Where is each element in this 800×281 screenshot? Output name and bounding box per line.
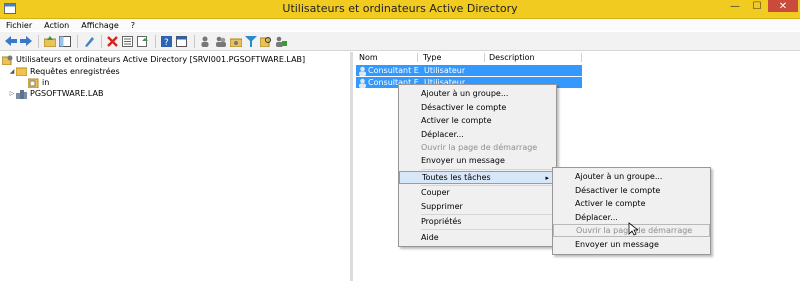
- tree-item-query-in[interactable]: in: [28, 77, 49, 88]
- folder-icon: [16, 67, 27, 77]
- row-type: Utilisateur: [424, 66, 466, 75]
- toolbar-separator: [194, 34, 195, 48]
- context-menu: Ajouter à un groupe... Désactiver le com…: [398, 84, 557, 247]
- close-button[interactable]: ✕: [768, 0, 798, 12]
- menu-item-delete[interactable]: Supprimer: [399, 200, 556, 213]
- toolbar-separator: [77, 34, 78, 48]
- row-name: Consultant E...: [368, 66, 420, 75]
- submenu-item-enable-account[interactable]: Activer le compte: [553, 197, 710, 210]
- submenu-item-add-to-group[interactable]: Ajouter à un groupe...: [553, 170, 710, 183]
- column-header-description[interactable]: Description: [486, 52, 579, 63]
- tree-pane: Utilisateurs et ordinateurs Active Direc…: [0, 52, 350, 281]
- menu-item-move[interactable]: Déplacer...: [399, 128, 556, 141]
- menu-item-open-home-page[interactable]: Ouvrir la page de démarrage: [399, 141, 556, 154]
- menu-item-cut[interactable]: Couper: [399, 186, 556, 199]
- tree-item-root[interactable]: Utilisateurs et ordinateurs Active Direc…: [2, 54, 305, 65]
- menu-separator: [421, 169, 553, 170]
- mouse-cursor-icon: [628, 222, 640, 238]
- user-icon: [358, 77, 367, 88]
- column-separator[interactable]: [581, 53, 582, 62]
- menu-bar: Fichier Action Affichage ?: [0, 19, 800, 31]
- expanded-chevron-icon[interactable]: ◢: [8, 68, 16, 75]
- menu-item-enable-account[interactable]: Activer le compte: [399, 114, 556, 127]
- toolbar-separator: [155, 34, 156, 48]
- pane-splitter[interactable]: [350, 52, 353, 281]
- export-icon[interactable]: [136, 35, 149, 48]
- add-ou-icon[interactable]: [229, 35, 242, 48]
- menu-action[interactable]: Action: [44, 21, 69, 30]
- add-group-icon[interactable]: [214, 35, 227, 48]
- filter-icon[interactable]: [244, 35, 257, 48]
- minimize-button[interactable]: —: [724, 0, 746, 12]
- menu-item-send-message[interactable]: Envoyer un message: [399, 154, 556, 167]
- tree-root-label: Utilisateurs et ordinateurs Active Direc…: [16, 55, 306, 64]
- tree-domain-label: PGSOFTWARE.LAB: [30, 89, 104, 98]
- menu-help[interactable]: ?: [131, 21, 135, 30]
- ad-users-computers-icon: [2, 55, 13, 65]
- menu-separator: [421, 229, 553, 230]
- all-tasks-submenu: Ajouter à un groupe... Désactiver le com…: [552, 167, 711, 255]
- menu-fichier[interactable]: Fichier: [6, 21, 32, 30]
- menu-affichage[interactable]: Affichage: [81, 21, 119, 30]
- console-icon[interactable]: [175, 35, 188, 48]
- add-to-group-icon[interactable]: [274, 35, 287, 48]
- menu-item-disable-account[interactable]: Désactiver le compte: [399, 101, 556, 114]
- menu-item-properties[interactable]: Propriétés: [399, 215, 556, 228]
- submenu-item-disable-account[interactable]: Désactiver le compte: [553, 184, 710, 197]
- tree-item-domain[interactable]: ▷ PGSOFTWARE.LAB: [8, 88, 103, 99]
- maximize-button[interactable]: ☐: [746, 0, 768, 12]
- menu-item-help[interactable]: Aide: [399, 231, 556, 244]
- table-row[interactable]: Consultant E... Utilisateur: [356, 65, 582, 76]
- menu-item-add-to-group[interactable]: Ajouter à un groupe...: [399, 87, 556, 100]
- menu-item-all-tasks[interactable]: Toutes les tâches ▸: [399, 171, 556, 184]
- snap-in-icon[interactable]: [82, 35, 95, 48]
- help-icon[interactable]: ?: [160, 35, 173, 48]
- submenu-arrow-icon: ▸: [545, 173, 549, 182]
- back-arrow-icon[interactable]: [4, 35, 17, 48]
- collapsed-chevron-icon[interactable]: ▷: [8, 90, 16, 97]
- tree-query-label: in: [42, 78, 50, 87]
- add-user-icon[interactable]: [199, 35, 212, 48]
- toolbar-separator: [38, 34, 39, 48]
- find-icon[interactable]: [259, 35, 272, 48]
- forward-arrow-icon[interactable]: [19, 35, 32, 48]
- user-icon: [358, 65, 367, 76]
- column-header-name[interactable]: Nom: [356, 52, 419, 63]
- query-folder-icon: [28, 78, 39, 88]
- menu-item-all-tasks-label: Toutes les tâches: [422, 173, 491, 182]
- column-separator[interactable]: [484, 53, 485, 62]
- window-controls: — ☐ ✕: [724, 0, 798, 14]
- tree-saved-queries-label: Requêtes enregistrées: [30, 67, 120, 76]
- toolbar: ?: [0, 32, 800, 51]
- title-bar: Utilisateurs et ordinateurs Active Direc…: [0, 0, 800, 19]
- properties-icon[interactable]: [121, 35, 134, 48]
- window-title: Utilisateurs et ordinateurs Active Direc…: [282, 2, 518, 15]
- delete-icon[interactable]: [106, 35, 119, 48]
- domain-icon: [16, 89, 27, 99]
- show-tree-icon[interactable]: [58, 35, 71, 48]
- svg-text:?: ?: [164, 38, 169, 47]
- column-separator[interactable]: [417, 53, 418, 62]
- tree-item-saved-queries[interactable]: ◢ Requêtes enregistrées: [8, 66, 120, 77]
- column-header-type[interactable]: Type: [420, 52, 483, 63]
- toolbar-separator: [101, 34, 102, 48]
- up-folder-icon[interactable]: [43, 35, 56, 48]
- submenu-item-send-message[interactable]: Envoyer un message: [553, 238, 710, 251]
